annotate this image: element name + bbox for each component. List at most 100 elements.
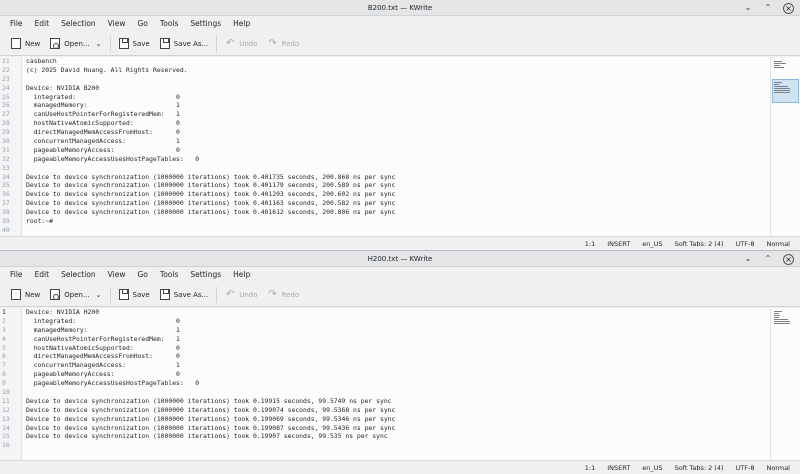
new-document-icon xyxy=(11,38,21,49)
line-number: 34 xyxy=(2,172,10,181)
chevron-down-icon[interactable]: ⌄ xyxy=(96,40,102,48)
open-button[interactable]: Open... ⌄ xyxy=(45,34,106,54)
highlighting-mode[interactable]: Normal xyxy=(760,240,796,248)
line-number: 5 xyxy=(2,343,6,352)
maximize-button[interactable]: ⌃ xyxy=(763,251,773,267)
document-minimap[interactable] xyxy=(770,57,800,236)
text-line: directManagedMemAccessFromHost: 0 xyxy=(26,128,180,137)
text-line: hostNativeAtomicSupported: 0 xyxy=(26,343,180,352)
line-number-gutter: 21 22 23 24 25 26 27 28 29 30 31 32 33 34 35 36 37 38 39 40 xyxy=(0,57,22,236)
close-button[interactable]: × xyxy=(783,253,794,265)
save-as-button[interactable]: Save As... xyxy=(155,285,214,305)
toolbar-separator xyxy=(216,286,218,303)
open-document-icon xyxy=(50,38,61,49)
cursor-position[interactable]: 1:1 xyxy=(579,240,601,248)
text-line xyxy=(26,226,770,235)
menu-selection[interactable]: Selection xyxy=(55,267,102,283)
maximize-button[interactable]: ⌃ xyxy=(763,0,773,16)
line-number: 6 xyxy=(2,352,6,361)
undo-button[interactable]: ↶ Undo xyxy=(220,285,262,305)
encoding[interactable]: UTF-8 xyxy=(730,240,761,248)
input-mode[interactable]: INSERT xyxy=(601,464,636,472)
menu-help[interactable]: Help xyxy=(227,267,256,283)
line-number: 25 xyxy=(2,92,10,101)
undo-icon: ↶ xyxy=(226,38,235,49)
dictionary-language[interactable]: en_US xyxy=(636,464,668,472)
menu-tools[interactable]: Tools xyxy=(154,16,184,32)
document-text[interactable]: casbench (c) 2025 David Huang. All Rights… xyxy=(22,57,770,236)
indentation-settings[interactable]: Soft Tabs: 2 (4) xyxy=(669,240,730,248)
menu-file[interactable]: File xyxy=(4,267,29,283)
menu-settings[interactable]: Settings xyxy=(184,16,227,32)
title-bar[interactable]: H200.txt — KWrite ⌄ ⌃ × xyxy=(0,251,800,267)
undo-button[interactable]: ↶ Undo xyxy=(220,34,262,54)
menu-go[interactable]: Go xyxy=(131,16,153,32)
kwrite-window-h200: H200.txt — KWrite ⌄ ⌃ × File Edit Select… xyxy=(0,250,800,474)
text-line xyxy=(26,75,770,84)
main-toolbar: New Open... ⌄ Save Save As... ↶ Undo ↷ Redo xyxy=(0,283,800,307)
redo-button[interactable]: ↷ Redo xyxy=(263,34,305,54)
text-line: integrated: 0 xyxy=(26,92,180,101)
toolbar-separator xyxy=(109,35,111,52)
highlighting-mode[interactable]: Normal xyxy=(760,464,796,472)
save-button[interactable]: Save xyxy=(114,34,155,54)
save-icon xyxy=(118,289,129,300)
text-line: Device to device synchronization (100000… xyxy=(26,172,396,181)
dictionary-language[interactable]: en_US xyxy=(636,240,668,248)
menu-file[interactable]: File xyxy=(4,16,29,32)
document-text[interactable]: Device: NVIDIA H200 integrated: 0 manage… xyxy=(22,308,770,460)
text-line: Device: NVIDIA B200 xyxy=(26,83,100,92)
minimize-button[interactable]: ⌄ xyxy=(743,251,753,267)
text-line: Device to device synchronization (100000… xyxy=(26,199,396,208)
line-number: 23 xyxy=(2,74,10,83)
text-line: pageableMemoryAccessUsesHostPageTables: … xyxy=(26,154,200,163)
redo-button[interactable]: ↷ Redo xyxy=(263,285,305,305)
menu-selection[interactable]: Selection xyxy=(55,16,102,32)
text-line: canUseHostPointerForRegisteredMem: 1 xyxy=(26,334,180,343)
text-line xyxy=(26,441,770,450)
new-button[interactable]: New xyxy=(6,34,45,54)
status-bar: 1:1 INSERT en_US Soft Tabs: 2 (4) UTF-8 … xyxy=(0,236,800,250)
menu-view[interactable]: View xyxy=(102,16,132,32)
menu-view[interactable]: View xyxy=(102,267,132,283)
menu-edit[interactable]: Edit xyxy=(29,16,56,32)
save-as-icon xyxy=(159,38,170,49)
menu-help[interactable]: Help xyxy=(227,16,256,32)
menu-go[interactable]: Go xyxy=(131,267,153,283)
save-label: Save xyxy=(132,39,150,48)
redo-label: Redo xyxy=(281,39,300,48)
new-button[interactable]: New xyxy=(6,285,45,305)
save-as-label: Save As... xyxy=(173,39,209,48)
text-line: root:~# xyxy=(26,217,53,226)
encoding[interactable]: UTF-8 xyxy=(730,464,761,472)
save-button[interactable]: Save xyxy=(114,285,155,305)
document-minimap[interactable] xyxy=(770,308,800,460)
close-button[interactable]: × xyxy=(783,2,794,14)
menu-tools[interactable]: Tools xyxy=(154,267,184,283)
text-line: pageableMemoryAccess: 0 xyxy=(26,370,180,379)
title-bar[interactable]: B200.txt — KWrite ⌄ ⌃ × xyxy=(0,0,800,16)
input-mode[interactable]: INSERT xyxy=(601,240,636,248)
menu-settings[interactable]: Settings xyxy=(184,267,227,283)
text-line: (c) 2025 David Huang. All Rights Reserve… xyxy=(26,65,188,74)
text-editor-area[interactable]: 21 22 23 24 25 26 27 28 29 30 31 32 33 34 35 36 37 38 39 40… xyxy=(0,57,800,236)
indentation-settings[interactable]: Soft Tabs: 2 (4) xyxy=(669,464,730,472)
menu-edit[interactable]: Edit xyxy=(29,267,56,283)
text-line: Device to device synchronization (100000… xyxy=(26,396,392,405)
text-line: Device to device synchronization (100000… xyxy=(26,190,396,199)
line-number: 29 xyxy=(2,128,10,137)
open-button[interactable]: Open... ⌄ xyxy=(45,285,106,305)
cursor-position[interactable]: 1:1 xyxy=(579,464,601,472)
text-editor-area[interactable]: 1 2 3 4 5 6 7 8 9 10 11 12 13 14 15 16 Device: NVIDIA H… xyxy=(0,308,800,460)
save-as-button[interactable]: Save As... xyxy=(155,34,214,54)
text-line: managedMemory: 1 xyxy=(26,101,180,110)
undo-icon: ↶ xyxy=(226,289,235,300)
line-number: 40 xyxy=(2,225,10,234)
line-number: 35 xyxy=(2,181,10,190)
line-number: 15 xyxy=(2,432,10,441)
text-line: Device to device synchronization (100000… xyxy=(26,432,388,441)
line-number: 9 xyxy=(2,379,6,388)
minimize-button[interactable]: ⌄ xyxy=(743,0,753,16)
line-number: 28 xyxy=(2,119,10,128)
chevron-down-icon[interactable]: ⌄ xyxy=(96,291,102,299)
